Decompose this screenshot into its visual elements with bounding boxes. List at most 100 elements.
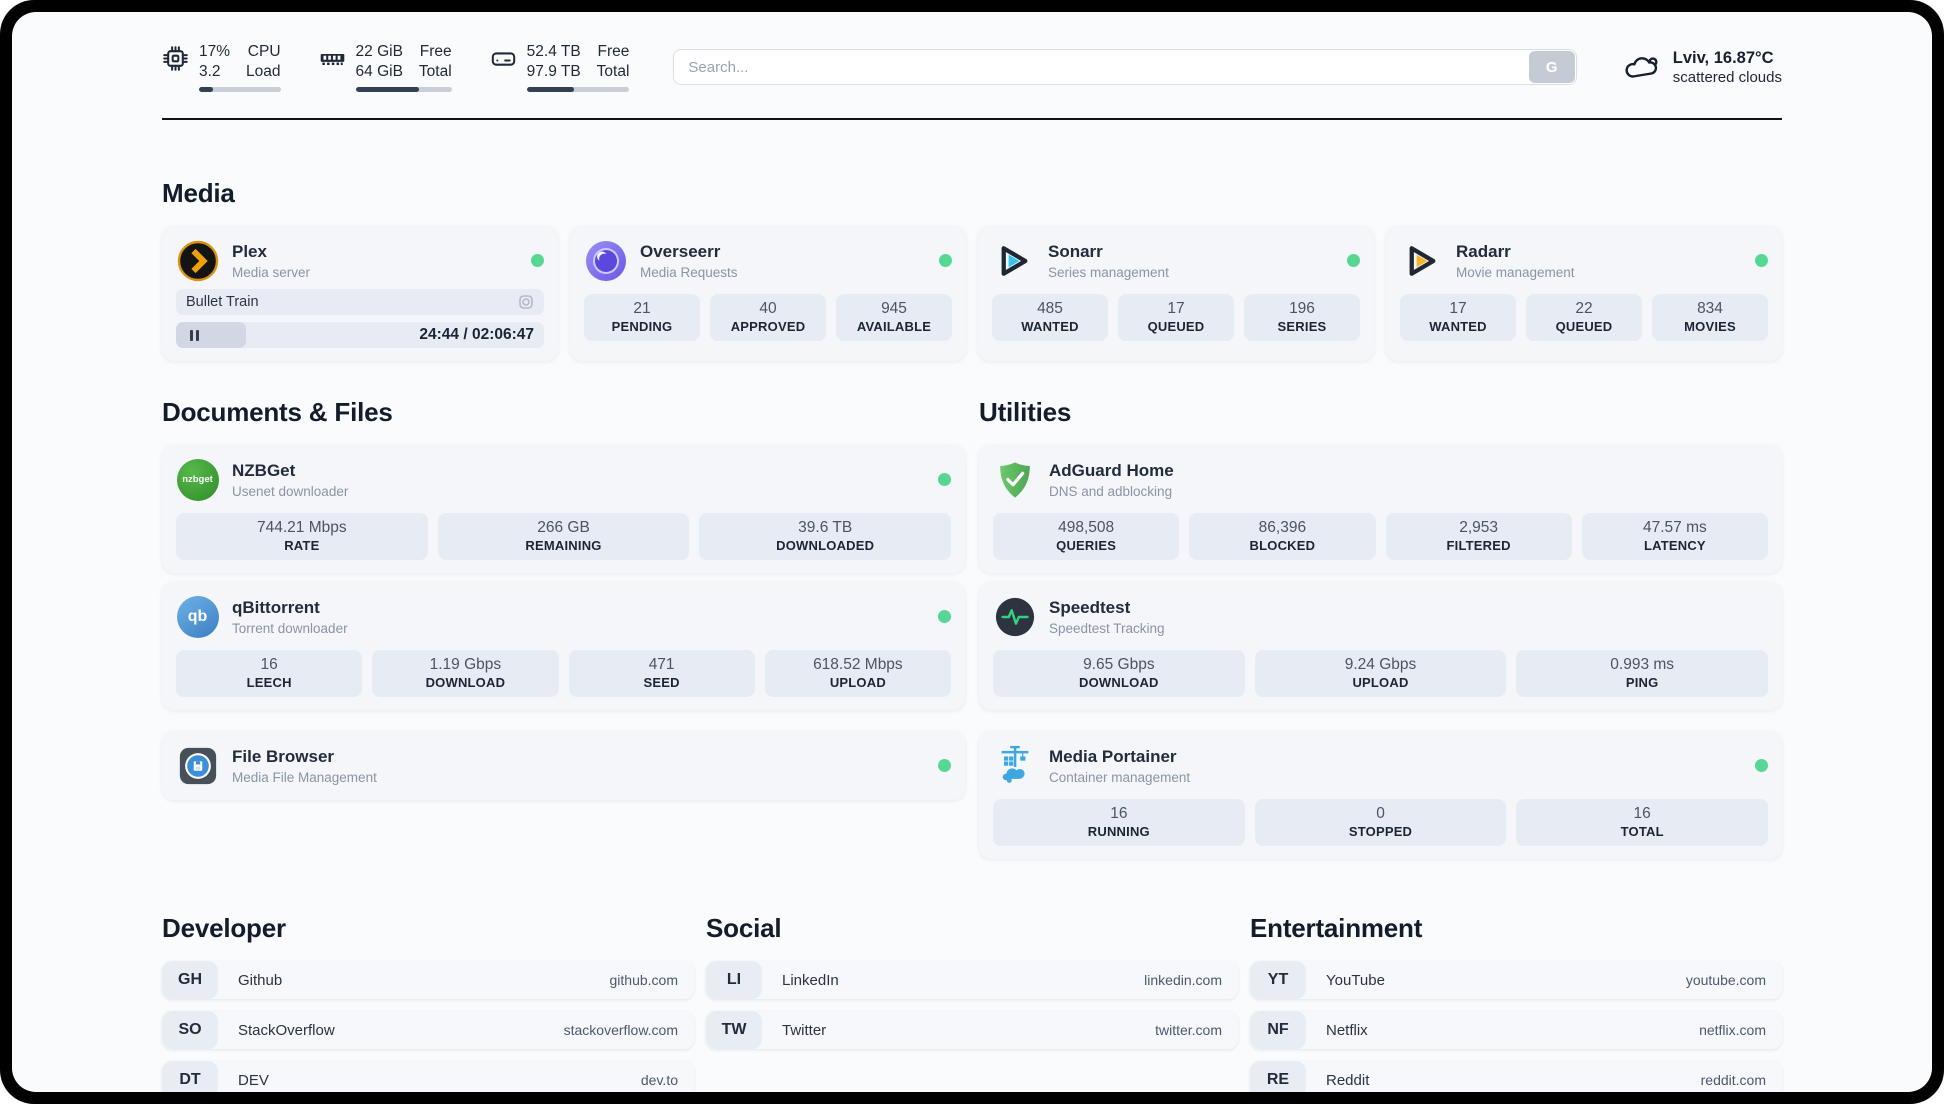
- app-subtitle: Media File Management: [232, 769, 377, 785]
- stat-tile-blocked: 86,396 BLOCKED: [1189, 513, 1376, 561]
- pause-icon: [190, 329, 199, 341]
- cpu-label2: Load: [246, 63, 281, 81]
- memory-label2: Total: [418, 63, 452, 81]
- stat-tile-downloaded: 39.6 TB DOWNLOADED: [699, 513, 952, 561]
- link-badge: YT: [1250, 961, 1306, 1000]
- qbittorrent-icon: qb: [176, 595, 219, 638]
- app-card-portainer[interactable]: Media Portainer Container management 16 …: [979, 731, 1782, 860]
- status-online-dot: [531, 254, 544, 268]
- section-title-social: Social: [706, 913, 782, 944]
- app-title: AdGuard Home: [1049, 460, 1174, 480]
- app-title: NZBGet: [232, 460, 296, 480]
- radarr-icon: [1400, 239, 1443, 282]
- stat-tile-seed: 471 SEED: [568, 650, 755, 698]
- link-url: twitter.com: [1155, 1022, 1222, 1039]
- stat-tile-queued: 17 QUEUED: [1118, 294, 1234, 342]
- app-title: Media Portainer: [1049, 746, 1177, 766]
- link-url: netflix.com: [1699, 1022, 1766, 1039]
- search-engine-button[interactable]: G: [1528, 51, 1575, 84]
- plex-icon: [176, 239, 219, 282]
- status-online-dot: [938, 473, 951, 487]
- system-stats: 17% 3.2 CPU Load 22 GiB 64 GiB Free Tota…: [162, 42, 630, 93]
- app-card-filebrowser[interactable]: File Browser Media File Management: [162, 731, 965, 801]
- app-card-nzbget[interactable]: nzbget NZBGet Usenet downloader 744.21 M…: [162, 445, 965, 574]
- memory-icon: [320, 54, 344, 66]
- nzbget-icon: nzbget: [176, 458, 219, 501]
- link-stackoverflow[interactable]: SO StackOverflow stackoverflow.com: [162, 1011, 694, 1050]
- link-reddit[interactable]: RE Reddit reddit.com: [1250, 1061, 1782, 1092]
- cpu-icon: [163, 46, 188, 71]
- stat-tile-filtered: 2,953 FILTERED: [1385, 513, 1572, 561]
- app-card-speedtest[interactable]: Speedtest Speedtest Tracking 9.65 Gbps D…: [979, 582, 1782, 711]
- stat-tile-wanted: 17 WANTED: [1400, 294, 1516, 342]
- app-subtitle: Speedtest Tracking: [1049, 620, 1165, 636]
- stat-tile-movies: 834 MOVIES: [1652, 294, 1768, 342]
- memory-label: Free: [419, 43, 452, 60]
- app-card-radarr[interactable]: Radarr Movie management 17 WANTED 22 QUE…: [1386, 226, 1782, 362]
- speedtest-icon: [993, 595, 1036, 638]
- app-subtitle: Media server: [232, 264, 311, 280]
- stat-tile-remaining: 266 GB REMAINING: [437, 513, 690, 561]
- memory-total: 64 GiB: [355, 63, 403, 81]
- section-utilities: Utilities AdGuard Home DNS and adblockin…: [979, 397, 1782, 860]
- stat-tile-running: 16 RUNNING: [993, 799, 1245, 847]
- section-social: Social LI LinkedIn linkedin.com TW Twitt…: [706, 913, 1238, 1092]
- cpu-percent: 17%: [199, 43, 231, 60]
- playback-progress-bar[interactable]: 24:44 / 02:06:47: [176, 322, 544, 349]
- storage-icon: [491, 52, 515, 66]
- stat-tile-leech: 16 LEECH: [176, 650, 363, 698]
- section-documents: Documents & Files nzbget NZBGet Usenet d…: [162, 397, 965, 859]
- link-name: StackOverflow: [238, 1021, 335, 1039]
- link-netflix[interactable]: NF Netflix netflix.com: [1250, 1011, 1782, 1050]
- app-title: Speedtest: [1049, 597, 1131, 617]
- app-card-qbittorrent[interactable]: qb qBittorrent Torrent downloader 16 LEE…: [162, 582, 965, 711]
- stat-tile-approved: 40 APPROVED: [710, 294, 826, 342]
- section-title-media: Media: [162, 178, 235, 209]
- link-name: Github: [238, 971, 283, 989]
- memory-stat: 22 GiB 64 GiB Free Total: [319, 42, 452, 93]
- storage-total: 97.9 TB: [526, 63, 581, 81]
- link-badge: DT: [162, 1061, 218, 1092]
- link-badge: NF: [1250, 1011, 1306, 1050]
- session-view-icon[interactable]: [518, 294, 534, 310]
- link-name: Twitter: [782, 1021, 827, 1039]
- app-card-sonarr[interactable]: Sonarr Series management 485 WANTED 17 Q…: [978, 226, 1374, 362]
- cpu-progressbar: [199, 87, 281, 93]
- storage-label2: Total: [596, 63, 630, 81]
- link-url: github.com: [609, 972, 678, 989]
- link-github[interactable]: GH Github github.com: [162, 961, 694, 1000]
- app-card-plex[interactable]: Plex Media server Bullet Train 24:44 / 0…: [162, 226, 558, 362]
- status-online-dot: [938, 759, 951, 773]
- weather-widget[interactable]: Lviv, 16.87°C scattered clouds: [1623, 49, 1782, 86]
- link-url: dev.to: [640, 1072, 678, 1089]
- storage-label: Free: [597, 43, 630, 60]
- link-linkedin[interactable]: LI LinkedIn linkedin.com: [706, 961, 1238, 1000]
- stat-tile-upload: 618.52 Mbps UPLOAD: [764, 650, 951, 698]
- status-online-dot: [938, 610, 951, 624]
- link-dev[interactable]: DT DEV dev.to: [162, 1061, 694, 1092]
- link-name: DEV: [238, 1071, 269, 1089]
- app-subtitle: Torrent downloader: [232, 620, 348, 636]
- cpu-loadavg: 3.2: [199, 63, 221, 81]
- section-developer: Developer GH Github github.com SO StackO…: [162, 913, 694, 1092]
- app-card-overseerr[interactable]: Overseerr Media Requests 21 PENDING 40 A…: [570, 226, 966, 362]
- now-playing-bar[interactable]: Bullet Train: [176, 289, 544, 316]
- link-twitter[interactable]: TW Twitter twitter.com: [706, 1011, 1238, 1050]
- cloud-icon: [1625, 57, 1658, 78]
- stat-tile-stopped: 0 STOPPED: [1254, 799, 1507, 847]
- storage-stat: 52.4 TB 97.9 TB Free Total: [490, 42, 630, 93]
- stat-tile-ping: 0.993 ms PING: [1516, 650, 1769, 698]
- stat-tile-latency: 47.57 ms LATENCY: [1581, 513, 1768, 561]
- status-online-dot: [1755, 759, 1768, 773]
- app-card-adguard[interactable]: AdGuard Home DNS and adblocking 498,508 …: [979, 445, 1782, 574]
- weather-location-temp: Lviv, 16.87°C: [1672, 48, 1774, 67]
- search-bar: G: [673, 49, 1577, 86]
- app-subtitle: Media Requests: [640, 264, 738, 280]
- portainer-icon: [993, 744, 1036, 787]
- dashboard-canvas: 17% 3.2 CPU Load 22 GiB 64 GiB Free Tota…: [12, 12, 1932, 1092]
- link-badge: SO: [162, 1011, 218, 1050]
- section-entertainment: Entertainment YT YouTube youtube.com NF …: [1250, 913, 1782, 1092]
- search-input[interactable]: [673, 49, 1577, 86]
- link-youtube[interactable]: YT YouTube youtube.com: [1250, 961, 1782, 1000]
- status-online-dot: [1347, 254, 1360, 268]
